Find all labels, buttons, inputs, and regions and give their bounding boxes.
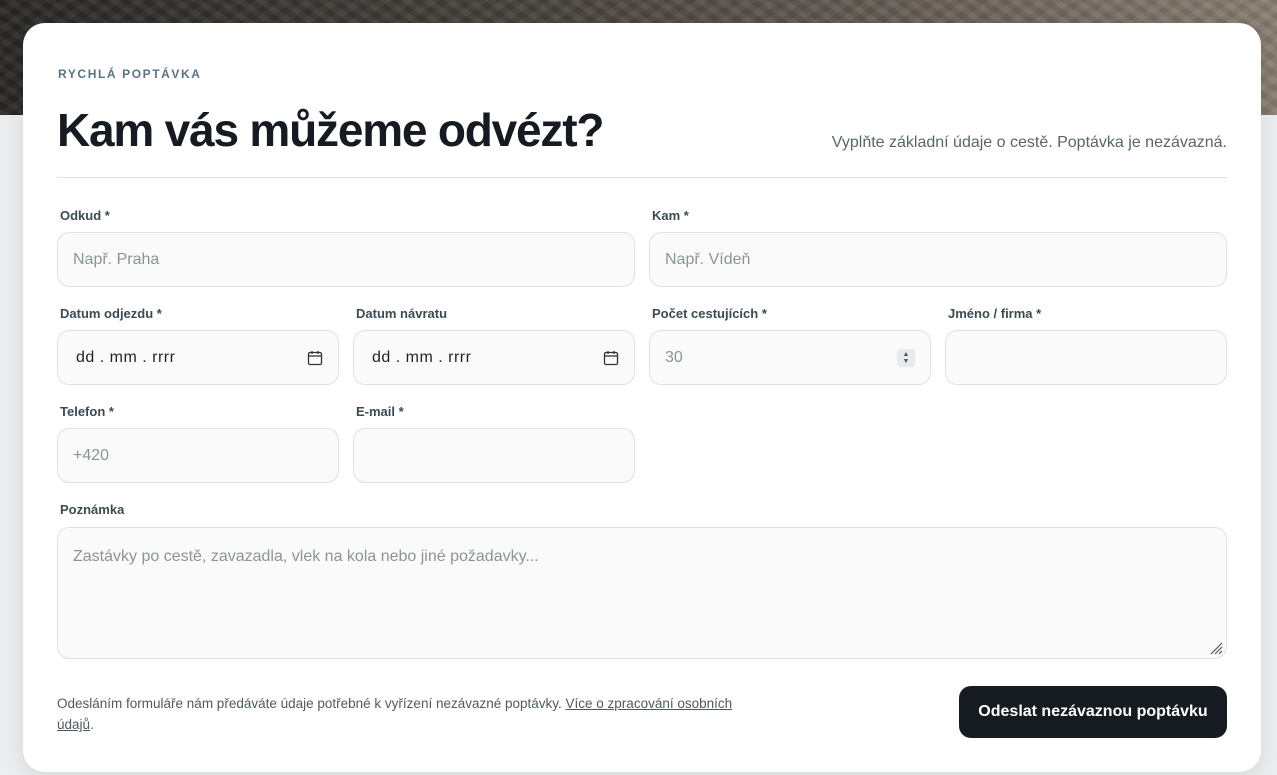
email-input[interactable] bbox=[369, 446, 619, 465]
name-field[interactable] bbox=[945, 330, 1227, 385]
calendar-icon[interactable] bbox=[603, 350, 619, 366]
to-input[interactable] bbox=[665, 250, 1211, 269]
departure-date-input[interactable]: dd . mm . rrrr bbox=[57, 330, 339, 385]
from-field[interactable] bbox=[57, 232, 635, 287]
page-subtitle: Vyplňte základní údaje o cestě. Poptávka… bbox=[831, 134, 1227, 151]
from-label: Odkud * bbox=[60, 208, 110, 223]
consent-text: Odesláním formuláře nám předáváte údaje … bbox=[57, 696, 566, 711]
to-label: Kam * bbox=[652, 208, 689, 223]
from-input[interactable] bbox=[73, 250, 619, 269]
submit-button[interactable]: Odeslat nezávaznou poptávku bbox=[959, 686, 1227, 738]
departure-date-value: dd . mm . rrrr bbox=[76, 348, 176, 366]
note-label: Poznámka bbox=[60, 502, 125, 517]
name-label: Jméno / firma * bbox=[948, 306, 1042, 321]
number-spinner-icon[interactable]: ▲ ▼ bbox=[897, 348, 915, 367]
departure-date-label: Datum odjezdu * bbox=[60, 306, 162, 321]
eyebrow-label: RYCHLÁ POPTÁVKA bbox=[58, 67, 202, 81]
note-textarea[interactable]: Zastávky po cestě, zavazadla, vlek na ko… bbox=[57, 527, 1227, 659]
consent-end: . bbox=[90, 717, 94, 732]
name-input[interactable] bbox=[961, 348, 1211, 367]
phone-field[interactable] bbox=[57, 428, 339, 483]
passengers-input[interactable]: 30 ▲ ▼ bbox=[649, 330, 931, 385]
phone-input[interactable] bbox=[73, 446, 323, 465]
to-field[interactable] bbox=[649, 232, 1227, 287]
passengers-label: Počet cestujících * bbox=[652, 306, 767, 321]
resize-grip-icon[interactable] bbox=[1209, 641, 1223, 655]
inquiry-form-card: RYCHLÁ POPTÁVKA Kam vás můžeme odvézt? V… bbox=[23, 23, 1261, 772]
return-date-label: Datum návratu bbox=[356, 306, 448, 321]
passengers-placeholder: 30 bbox=[665, 348, 683, 366]
return-date-input[interactable]: dd . mm . rrrr bbox=[353, 330, 635, 385]
divider bbox=[57, 177, 1227, 178]
consent-note: Odesláním formuláře nám předáváte údaje … bbox=[57, 693, 737, 735]
page-title: Kam vás můžeme odvézt? bbox=[57, 104, 604, 156]
note-placeholder: Zastávky po cestě, zavazadla, vlek na ko… bbox=[73, 548, 539, 565]
email-field[interactable] bbox=[353, 428, 635, 483]
calendar-icon[interactable] bbox=[307, 350, 323, 366]
return-date-value: dd . mm . rrrr bbox=[372, 348, 472, 366]
phone-label: Telefon * bbox=[60, 404, 114, 419]
email-label: E-mail * bbox=[356, 404, 404, 419]
